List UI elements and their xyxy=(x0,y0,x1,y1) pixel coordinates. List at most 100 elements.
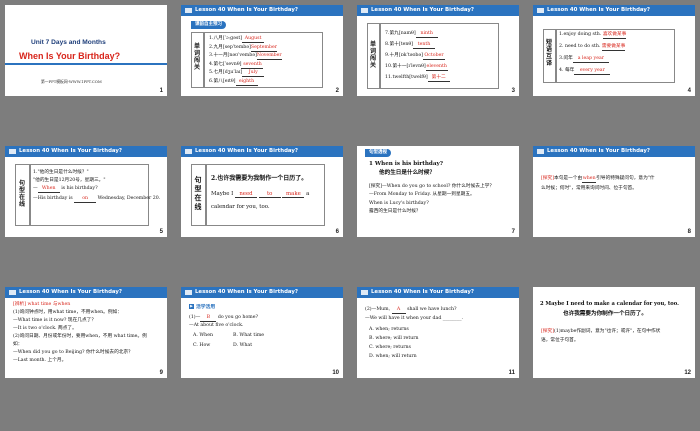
word-row: 11.twelfth[twelfθ] 第十二 xyxy=(385,75,497,86)
analysis-line: (2)询问日期、月份或年份时，要用when，不用 what time。例 xyxy=(13,334,147,339)
section-label: 句型在线 xyxy=(194,176,202,211)
slide-thumbnail-9[interactable]: Lesson 40 When Is Your Birthday? [辨析] wh… xyxy=(5,287,167,378)
example-line: When is Lucy's birthday? xyxy=(369,201,429,206)
key-sentence-translation: 他的生日是什么时候？ xyxy=(379,170,435,176)
key-sentence-translation: 也许我需要为你制作一个日历了。 xyxy=(563,311,647,317)
phrase-row: 1.enjoy doing sth. 喜欢做某事 xyxy=(559,32,627,39)
word-row: 6.第八[eɪtθ] eighth xyxy=(209,79,321,88)
option-a: A. When xyxy=(193,333,213,338)
exercise-line: (1)— B do you go home? xyxy=(189,315,259,322)
word-row: 5.七月[dʒuˈlaɪ] July xyxy=(209,70,321,79)
slide-number: 11 xyxy=(508,370,515,376)
slide-thumbnail-11[interactable]: Lesson 40 When Is Your Birthday? (2)—Mum… xyxy=(357,287,519,378)
word-row: 9.十月[ɒkˈtəʊbə]October xyxy=(385,53,445,60)
slide-thumbnail-8[interactable]: Lesson 40 When Is Your Birthday? [探究]本句是… xyxy=(533,146,695,237)
slide-thumbnail-4[interactable]: Lesson 40 When Is Your Birthday? 短语互译 1.… xyxy=(533,5,695,96)
title-underline xyxy=(5,63,167,65)
slide-thumbnail-grid: Unit 7 Days and Months When Is Your Birt… xyxy=(0,0,700,431)
section-label: 单词闯关 xyxy=(369,41,376,69)
slide-thumbnail-12[interactable]: 2 Maybe I need to make a calendar for yo… xyxy=(533,287,695,378)
word-list: 1.八月[ˈɔːgəst] August 2.九月[sepˈtembə]Septe… xyxy=(209,36,321,87)
phrase-row: 3.闰年 a leap year xyxy=(559,56,673,68)
key-sentence: 1 When is his birthday? xyxy=(369,161,443,167)
slide-thumbnail-7[interactable]: 句型透视 1 When is his birthday? 他的生日是什么时候？ … xyxy=(357,146,519,237)
option-d: D. What xyxy=(233,343,253,348)
section-label: 句型在线 xyxy=(18,180,25,208)
slide-number: 8 xyxy=(687,229,691,235)
sentence-line: Maybe I need to make a xyxy=(211,191,310,198)
sentence-line: 1."他的生日是什么时候？" xyxy=(33,170,89,175)
option-a: A. when; returns xyxy=(369,327,409,332)
slide-number: 10 xyxy=(332,370,339,376)
explore-line: 语，常位于句首。 xyxy=(541,338,579,343)
slide-header: Lesson 40 When Is Your Birthday? xyxy=(357,287,519,298)
option-c: C. where; returns xyxy=(369,345,411,350)
section-banner: 句型透视 xyxy=(365,149,391,157)
sentence-line: "他的生日是12月20号，星期三。" xyxy=(33,178,106,183)
word-row: 1.八月[ˈɔːgəst] August xyxy=(209,36,321,45)
slide-thumbnail-6[interactable]: Lesson 40 When Is Your Birthday? 句型在线 2.… xyxy=(181,146,343,237)
table-divider xyxy=(29,164,31,226)
slide-header: Lesson 40 When Is Your Birthday? xyxy=(5,146,167,157)
analysis-line: (1)询问钟点时，用what time，不用when。例如： xyxy=(13,310,122,315)
slide-header: Lesson 40 When Is Your Birthday? xyxy=(533,146,695,157)
option-b: B. What time xyxy=(233,333,265,338)
footer-text: 第一PPT模板网-WWW.1PPT.COM xyxy=(41,79,102,84)
slide-title: When Is Your Birthday? xyxy=(19,51,121,61)
slide-number: 6 xyxy=(335,229,339,235)
word-row: 8.第十[tenθ] tenth xyxy=(385,42,497,53)
slide-thumbnail-2[interactable]: Lesson 40 When Is Your Birthday? 课前自主预习 … xyxy=(181,5,343,96)
sentence-line: —His birthday is on Wednesday, December … xyxy=(33,196,161,203)
sentence-line: — When is his birthday? xyxy=(33,186,98,193)
word-row: 7.第九[naɪnθ] ninth xyxy=(385,31,497,42)
table-divider xyxy=(205,164,207,226)
slide-number: 12 xyxy=(684,370,691,376)
word-list: 7.第九[naɪnθ] ninth 8.第十[tenθ] tenth 9.十月[ɒk… xyxy=(385,31,497,86)
table-divider xyxy=(555,29,557,83)
exercise-line: —We will have it when your dad ________. xyxy=(365,316,464,321)
slide-header: Lesson 40 When Is Your Birthday? xyxy=(357,5,519,16)
slide-thumbnail-5[interactable]: Lesson 40 When Is Your Birthday? 句型在线 1.… xyxy=(5,146,167,237)
explore-line: [探究]本句是一个由when引导的特殊疑问句，意为"什 xyxy=(541,176,655,183)
sentence-line: 2.也许我需要为我制作一个日历了。 xyxy=(211,175,308,182)
word-row: 4.第七[ˈsevnθ] seventh xyxy=(209,61,264,69)
analysis-line: —It is two o'clock. 两点了。 xyxy=(13,326,77,331)
section-banner: 课前自主预习 xyxy=(191,21,226,29)
option-c: C. How xyxy=(193,343,211,348)
slide-thumbnail-1[interactable]: Unit 7 Days and Months When Is Your Birt… xyxy=(5,5,167,96)
example-line: [探究]—When do you go to school? 你什么时候去上学？ xyxy=(369,184,495,189)
slide-thumbnail-3[interactable]: Lesson 40 When Is Your Birthday? 单词闯关 7.… xyxy=(357,5,519,96)
slide-header: Lesson 40 When Is Your Birthday? xyxy=(5,287,167,298)
word-row: 10.第十一[ɪˈlevnθ]eleventh xyxy=(385,64,448,71)
exercise-line: (2)—Mum, A shall we have lunch? xyxy=(365,307,457,314)
section-icon: ▶ xyxy=(189,304,194,309)
slide-thumbnail-10[interactable]: Lesson 40 When Is Your Birthday? ▶ 活学活用 (… xyxy=(181,287,343,378)
slide-number: 2 xyxy=(335,88,339,94)
slide-header: Lesson 40 When Is Your Birthday? xyxy=(181,287,343,298)
explore-line: 么时候；何时"，常用来询问时间、位于句首。 xyxy=(541,186,637,191)
slide-number: 3 xyxy=(511,88,515,94)
analysis-line: —When did you go to Beijing? 你什么时候去的北京？ xyxy=(13,350,133,355)
option-d: D. when; will return xyxy=(369,354,417,359)
analysis-line: —Last month. 上个月。 xyxy=(13,358,67,363)
option-b: B. where; will return xyxy=(369,336,419,341)
slide-number: 1 xyxy=(159,88,163,94)
slide-header: Lesson 40 When Is Your Birthday? xyxy=(181,146,343,157)
unit-label: Unit 7 Days and Months xyxy=(31,39,106,46)
analysis-title: [辨析] what time 与when xyxy=(13,302,71,307)
section-banner: ▶ 活学活用 xyxy=(189,304,216,310)
slide-number: 5 xyxy=(159,229,163,235)
exercise-line: —At about five o'clock. xyxy=(189,323,244,328)
slide-number: 9 xyxy=(159,370,163,376)
section-label: 短语互译 xyxy=(545,39,552,67)
phrase-list: 1.enjoy doing sth. 喜欢做某事 2. need to do s… xyxy=(559,32,673,80)
section-label: 单词闯关 xyxy=(193,43,200,71)
word-row: 3.十一月[nəʊˈvembə]November xyxy=(209,53,282,60)
sentence-line: calendar for you, too. xyxy=(211,204,270,210)
analysis-line: 如： xyxy=(13,342,23,347)
analysis-line: —What time is it now? 现在几点了？ xyxy=(13,318,97,323)
example-line: 露西的生日是什么时候？ xyxy=(369,209,421,214)
word-row: 2.九月[sepˈtembə]September xyxy=(209,44,277,52)
key-sentence: 2 Maybe I need to make a calendar for yo… xyxy=(540,301,679,307)
slide-header: Lesson 40 When Is Your Birthday? xyxy=(181,5,343,16)
